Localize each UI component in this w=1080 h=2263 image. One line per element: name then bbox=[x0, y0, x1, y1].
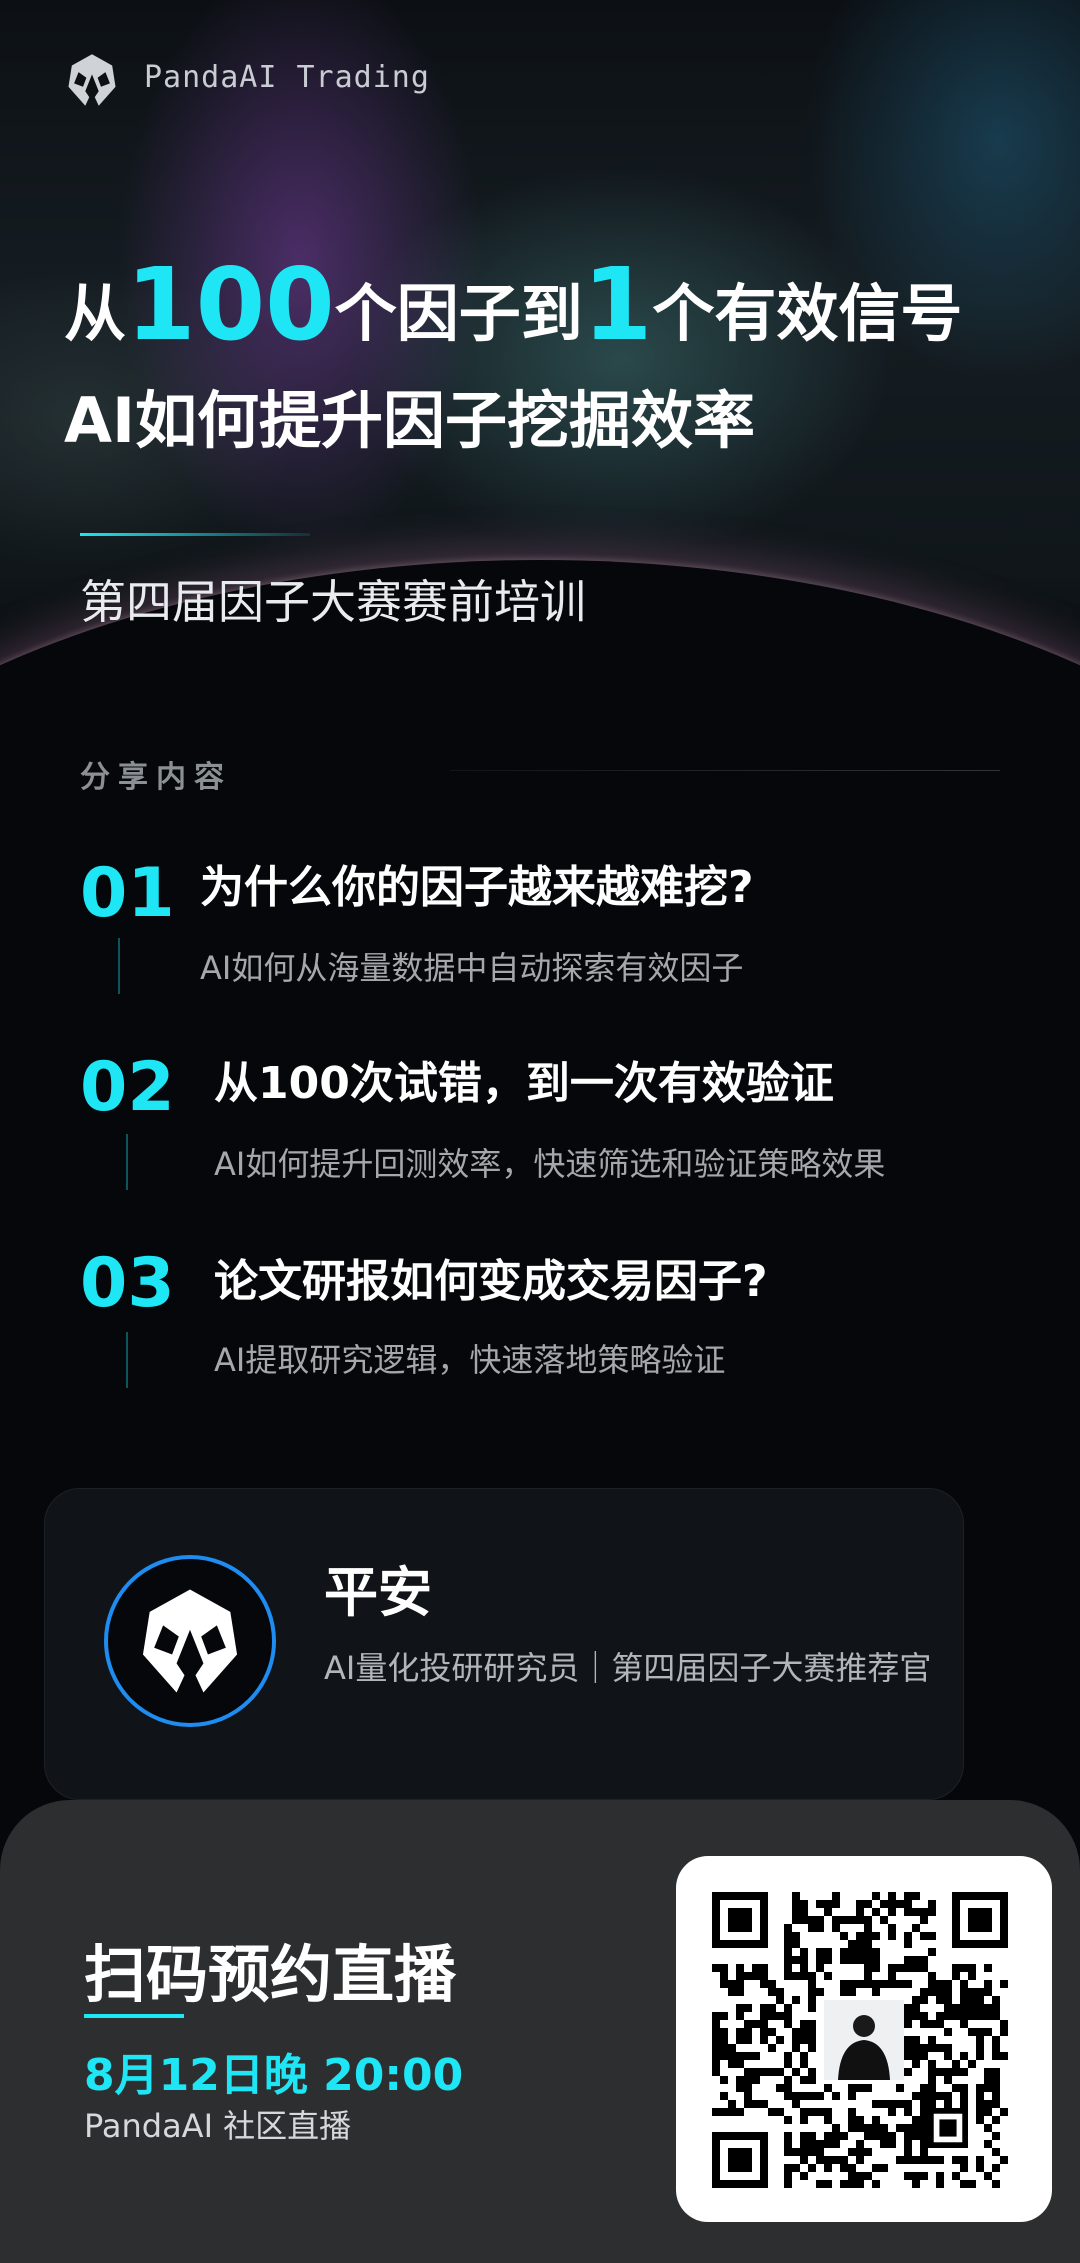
qr-code-card[interactable] bbox=[676, 1856, 1052, 2222]
headline-text-2: 个因子到 bbox=[334, 277, 583, 350]
agenda-item-bar bbox=[126, 1134, 128, 1190]
qr-finder-top-left bbox=[712, 1892, 768, 1948]
headline-line-2: AI如何提升因子挖掘效率 bbox=[64, 384, 756, 457]
section-divider bbox=[450, 770, 1000, 771]
panda-logo-icon bbox=[142, 1589, 238, 1693]
agenda-item-desc: AI提取研究逻辑，快速落地策略验证 bbox=[214, 1341, 726, 1379]
headline-text-1: 从 bbox=[64, 277, 127, 350]
live-platform: PandaAI 社区直播 bbox=[84, 2107, 352, 2145]
agenda-item-title: 从100次试错，到一次有效验证 bbox=[214, 1058, 834, 1109]
headline-number-1: 1 bbox=[582, 246, 653, 363]
agenda-item-title: 论文研报如何变成交易因子? bbox=[214, 1256, 768, 1307]
subtitle: 第四届因子大赛赛前培训 bbox=[80, 575, 586, 629]
headline-line-1: 从100个因子到1个有效信号 bbox=[64, 255, 962, 355]
qr-code-icon[interactable] bbox=[712, 1892, 1016, 2188]
agenda-item-bar bbox=[126, 1332, 128, 1388]
speaker-role: AI量化投研研究员｜第四届因子大赛推荐官 bbox=[324, 1649, 932, 1687]
agenda-item-title: 为什么你的因子越来越难挖? bbox=[200, 862, 754, 913]
headline-number-100: 100 bbox=[126, 246, 335, 363]
agenda-item-desc: AI如何从海量数据中自动探索有效因子 bbox=[200, 949, 744, 987]
agenda-item-bar bbox=[118, 938, 120, 994]
live-time: 8月12日晚 20:00 bbox=[84, 2050, 464, 2101]
qr-alignment-pattern bbox=[928, 2108, 968, 2148]
agenda-item-number: 03 bbox=[80, 1244, 175, 1323]
cta-title: 扫码预约直播 bbox=[84, 1938, 457, 2011]
speaker-avatar bbox=[104, 1555, 276, 1727]
speaker-name: 平安 bbox=[324, 1561, 432, 1624]
qr-center-photo bbox=[824, 2000, 904, 2080]
cta-underline bbox=[84, 2014, 184, 2018]
agenda-item-number: 01 bbox=[80, 854, 175, 933]
qr-finder-bottom-left bbox=[712, 2132, 768, 2188]
agenda-item-number: 02 bbox=[80, 1048, 175, 1127]
brand-name: PandaAI Trading bbox=[144, 60, 430, 95]
subtitle-accent-line bbox=[80, 533, 310, 536]
panda-logo-icon bbox=[64, 52, 120, 108]
agenda-item-desc: AI如何提升回测效率，快速筛选和验证策略效果 bbox=[214, 1145, 886, 1183]
section-label: 分享内容 bbox=[80, 760, 232, 795]
headline-text-3: 个有效信号 bbox=[652, 277, 963, 350]
hero-background bbox=[0, 0, 1080, 760]
qr-finder-top-right bbox=[952, 1892, 1008, 1948]
